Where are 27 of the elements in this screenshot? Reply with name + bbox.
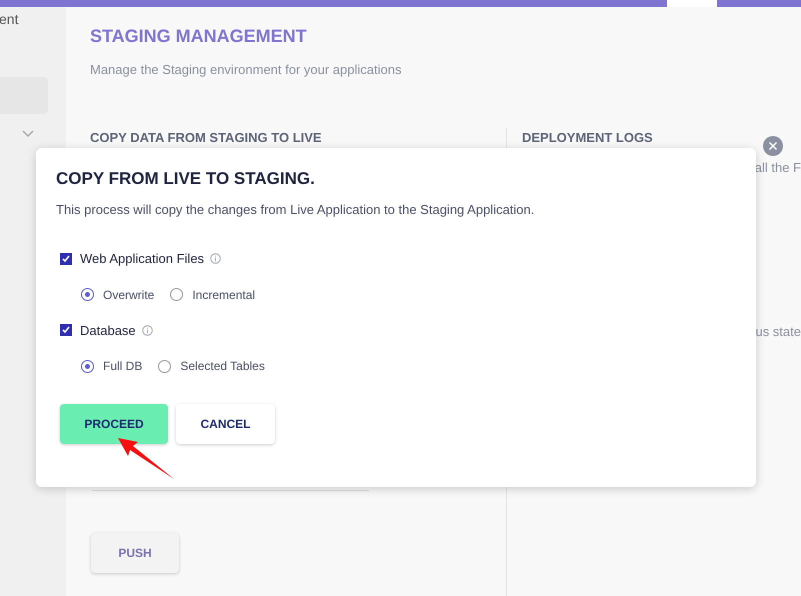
radio-button[interactable] xyxy=(170,288,184,301)
modal-title: COPY FROM LIVE TO STAGING. xyxy=(56,168,316,190)
radio-label: Incremental xyxy=(192,286,256,304)
radio-button[interactable] xyxy=(81,288,94,301)
info-icon xyxy=(210,253,222,264)
info-icon xyxy=(142,324,153,336)
radio-label: Overwrite xyxy=(103,286,154,304)
page-subtitle: Manage the Staging environment for your applications xyxy=(90,61,402,79)
section-title: DEPLOYMENT LOGS xyxy=(522,128,653,146)
push-button[interactable]: PUSH xyxy=(91,533,179,573)
radio-label: Full DB xyxy=(103,358,142,375)
log-text: all the F xyxy=(754,159,801,177)
section-title: COPY DATA FROM STAGING TO LIVE xyxy=(90,128,323,146)
radio-label: Selected Tables xyxy=(180,358,265,375)
proceed-button[interactable]: PROCEED xyxy=(60,404,168,444)
cancel-button[interactable]: CANCEL xyxy=(176,404,275,444)
checkbox[interactable] xyxy=(60,252,72,265)
radio-button[interactable] xyxy=(81,360,94,372)
chevron-down-icon[interactable] xyxy=(22,130,34,138)
log-text: us state xyxy=(755,322,801,340)
close-icon[interactable] xyxy=(763,136,783,156)
checkbox-label: Database xyxy=(80,322,136,340)
modal-description: This process will copy the changes from Live Application to the Staging Application. xyxy=(56,200,536,219)
checkbox[interactable] xyxy=(60,324,72,336)
page-title: STAGING MANAGEMENT xyxy=(90,25,308,48)
radio-button[interactable] xyxy=(158,360,172,372)
checkbox-label: Web Application Files xyxy=(80,250,204,268)
